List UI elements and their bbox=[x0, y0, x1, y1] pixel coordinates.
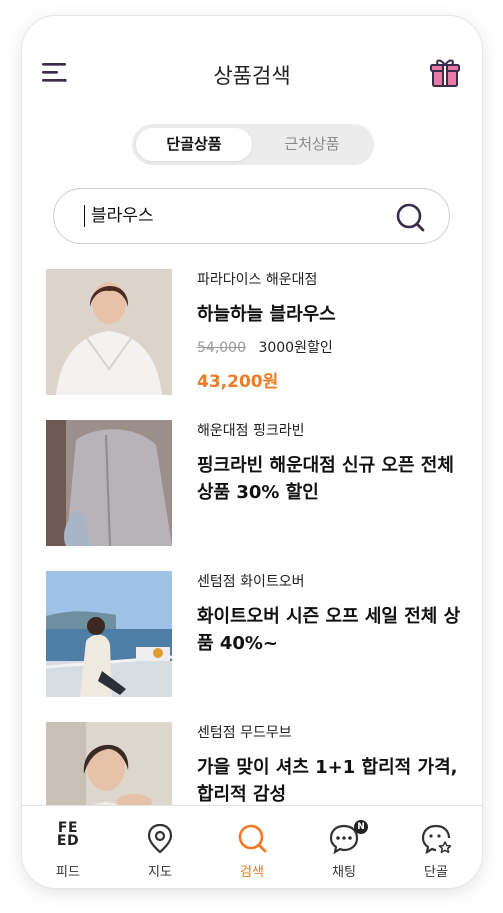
product-info: 파라다이스 해운대점 하늘하늘 블라우스 54,000 3000원할인 43,2… bbox=[197, 269, 472, 392]
product-thumbnail bbox=[46, 269, 172, 395]
product-thumbnail bbox=[46, 571, 172, 697]
nav-label: 단골 bbox=[424, 865, 448, 880]
store-name: 센텀점 화이트오버 bbox=[197, 574, 305, 590]
list-item[interactable]: 해운대점 핑크라빈 핑크라빈 해운대점 신규 오픈 전체 상품 30% 할인 bbox=[22, 420, 482, 550]
favorite-chat-icon bbox=[421, 824, 452, 855]
nav-item-chat[interactable]: N 채팅 bbox=[298, 806, 390, 888]
list-item[interactable]: 센텀점 화이트오버 화이트오버 시즌 오프 세일 전체 상품 40%~ bbox=[22, 571, 482, 701]
product-name: 가을 맞이 셔츠 1+1 합리적 가격, 합리적 감성 bbox=[197, 757, 458, 805]
map-pin-icon bbox=[147, 823, 173, 854]
discount-label: 3000원할인 bbox=[258, 340, 333, 356]
nav-item-map[interactable]: 지도 bbox=[114, 806, 206, 888]
price-row: 54,000 3000원할인 bbox=[197, 337, 472, 357]
original-price: 54,000 bbox=[197, 340, 246, 356]
nav-label: 지도 bbox=[148, 865, 172, 880]
nav-label: 검색 bbox=[240, 865, 264, 880]
bottom-navigation: FE ED 피드 지도 검색 N 채팅 단골 bbox=[22, 805, 482, 888]
product-info: 센텀점 무드무브 가을 맞이 셔츠 1+1 합리적 가격, 합리적 감성 bbox=[197, 722, 472, 808]
list-item[interactable]: 파라다이스 해운대점 하늘하늘 블라우스 54,000 3000원할인 43,2… bbox=[22, 269, 482, 399]
tab-regular-products[interactable]: 단골상품 bbox=[136, 128, 252, 161]
search-button[interactable] bbox=[395, 202, 427, 234]
store-name: 해운대점 핑크라빈 bbox=[197, 423, 305, 439]
product-info: 해운대점 핑크라빈 핑크라빈 해운대점 신규 오픈 전체 상품 30% 할인 bbox=[197, 420, 472, 506]
search-input[interactable] bbox=[84, 205, 384, 227]
nav-item-feed[interactable]: FE ED 피드 bbox=[22, 806, 114, 888]
product-scope-toggle: 단골상품 근처상품 bbox=[132, 124, 374, 165]
search-icon bbox=[396, 203, 425, 232]
nav-label: 채팅 bbox=[332, 865, 356, 880]
product-name: 하늘하늘 블라우스 bbox=[197, 304, 336, 325]
product-name: 핑크라빈 해운대점 신규 오픈 전체 상품 30% 할인 bbox=[197, 455, 454, 503]
nav-label: 피드 bbox=[56, 865, 80, 880]
search-bar bbox=[53, 188, 450, 244]
nav-item-search[interactable]: 검색 bbox=[206, 806, 298, 888]
product-info: 센텀점 화이트오버 화이트오버 시즌 오프 세일 전체 상품 40%~ bbox=[197, 571, 472, 657]
product-thumbnail bbox=[46, 420, 172, 546]
app-screen: 상품검색 단골상품 근처상품 블라우스 파라다이스 해운대점 하늘하늘 블라우스… bbox=[22, 16, 482, 888]
store-name: 센텀점 무드무브 bbox=[197, 725, 292, 741]
page-title: 상품검색 bbox=[213, 64, 291, 88]
tab-nearby-products[interactable]: 근처상품 bbox=[254, 128, 370, 161]
final-price: 43,200원 bbox=[197, 372, 279, 392]
search-icon bbox=[238, 824, 267, 853]
gift-button[interactable] bbox=[428, 56, 462, 90]
chat-badge: N bbox=[354, 820, 368, 834]
product-name: 화이트오버 시즌 오프 세일 전체 상품 40%~ bbox=[197, 606, 461, 654]
feed-icon: FE ED bbox=[56, 820, 80, 849]
nav-item-favorites[interactable]: 단골 bbox=[390, 806, 482, 888]
gift-icon bbox=[430, 59, 460, 87]
header: 상품검색 bbox=[22, 16, 482, 131]
store-name: 파라다이스 해운대점 bbox=[197, 272, 318, 288]
